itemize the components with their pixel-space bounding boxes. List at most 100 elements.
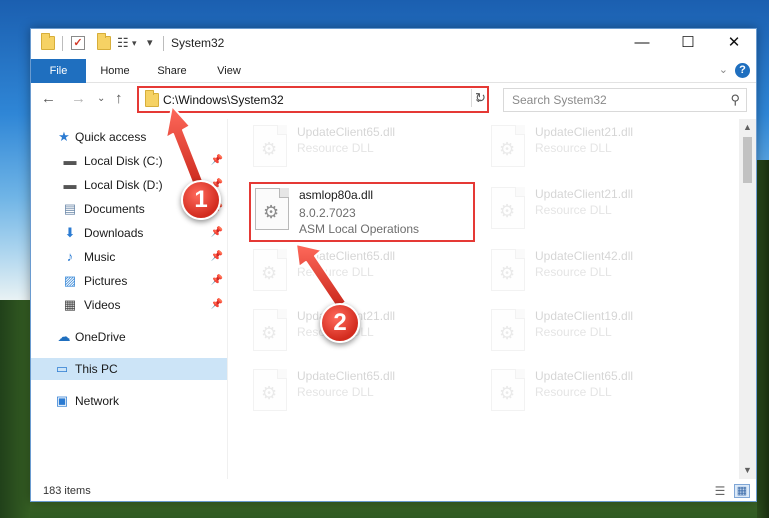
refresh-icon[interactable]: ↻ xyxy=(471,89,489,107)
tab-file[interactable]: File xyxy=(31,59,86,83)
download-icon: ⬇ xyxy=(64,225,76,240)
gear-icon: ⚙ xyxy=(499,139,516,159)
file-tile-asmlop80a[interactable]: ⚙ asmlop80a.dll 8.0.2.7023 ASM Local Ope… xyxy=(249,182,475,242)
sidebar-item-downloads[interactable]: ⬇ Downloads 📌 xyxy=(31,222,227,244)
file-list: ⚙ UpdateClient65.dll Resource DLL ⚙ asml… xyxy=(231,119,741,479)
dll-file-icon: ⚙ xyxy=(255,188,289,230)
sidebar-item-this-pc[interactable]: ▭ This PC xyxy=(31,358,227,380)
file-tile[interactable]: ⚙ UpdateClient21.dll Resource DLL xyxy=(249,305,475,361)
search-input[interactable]: Search System32 ⚲ xyxy=(503,88,747,112)
customize-toolbar-icon[interactable]: ▾ xyxy=(147,36,161,50)
navigation-bar: ← → ⌄ ↑ C:\Windows\System32 ⌄ ↻ Search S… xyxy=(31,84,756,116)
search-placeholder: Search System32 xyxy=(512,93,607,107)
file-tile[interactable]: ⚙ UpdateClient65.dll Resource DLL xyxy=(487,365,713,421)
tab-view[interactable]: View xyxy=(207,59,251,83)
folder-icon xyxy=(41,33,55,50)
file-tile[interactable]: ⚙ UpdateClient65.dll Resource DLL xyxy=(249,245,475,301)
sidebar-item-quick-access[interactable]: ★ Quick access xyxy=(31,126,227,148)
chevron-down-icon[interactable]: ▾ xyxy=(132,36,146,50)
dll-file-icon: ⚙ xyxy=(491,187,525,229)
vertical-scrollbar[interactable]: ▲ ▼ xyxy=(739,119,756,479)
gear-icon: ⚙ xyxy=(261,139,278,159)
cloud-icon: ☁ xyxy=(57,329,71,344)
file-name: asmlop80a.dll xyxy=(299,188,374,202)
gear-icon: ⚙ xyxy=(261,323,278,343)
dll-file-icon: ⚙ xyxy=(253,249,287,291)
pin-icon[interactable]: 📌 xyxy=(211,270,223,292)
maximize-button[interactable]: ☐ xyxy=(665,29,711,59)
file-tile[interactable]: ⚙ UpdateClient65.dll Resource DLL xyxy=(249,121,475,177)
details-view-icon[interactable]: ☰ xyxy=(712,484,728,498)
file-tile[interactable]: ⚙ UpdateClient21.dll Resource DLL xyxy=(487,121,713,177)
close-button[interactable]: ✕ xyxy=(711,29,756,59)
file-version: 8.0.2.7023 xyxy=(299,206,356,220)
back-arrow-icon[interactable]: ← xyxy=(41,90,56,108)
sidebar-item-music[interactable]: ♪ Music 📌 xyxy=(31,246,227,268)
sidebar-item-network[interactable]: ▣ Network xyxy=(31,390,227,412)
recent-locations-icon[interactable]: ⌄ xyxy=(97,90,105,108)
properties-icon[interactable]: ✓ xyxy=(71,36,85,50)
up-arrow-icon[interactable]: ↑ xyxy=(115,90,123,108)
pane-divider xyxy=(227,119,228,479)
pictures-icon: ▨ xyxy=(63,273,77,288)
documents-icon: ▤ xyxy=(63,201,77,216)
navigation-pane: ★ Quick access ▬ Local Disk (C:) 📌 ▬ Loc… xyxy=(31,119,227,479)
tab-share[interactable]: Share xyxy=(149,59,195,83)
dll-file-icon: ⚙ xyxy=(491,309,525,351)
sidebar-item-local-disk-c[interactable]: ▬ Local Disk (C:) 📌 xyxy=(31,150,227,172)
divider xyxy=(62,36,63,51)
drive-icon: ▬ xyxy=(63,153,77,168)
gear-icon: ⚙ xyxy=(499,383,516,403)
search-icon[interactable]: ⚲ xyxy=(730,92,740,108)
network-icon: ▣ xyxy=(55,393,69,408)
gear-icon: ⚙ xyxy=(499,263,516,283)
pin-icon[interactable]: 📌 xyxy=(211,246,223,268)
ribbon-tabs: File Home Share View ⌄ ? xyxy=(31,59,756,83)
tab-home[interactable]: Home xyxy=(93,59,137,83)
dll-file-icon: ⚙ xyxy=(491,369,525,411)
dll-file-icon: ⚙ xyxy=(253,369,287,411)
expand-ribbon-icon[interactable]: ⌄ xyxy=(719,63,728,76)
new-folder-icon[interactable] xyxy=(97,33,111,50)
sidebar-item-onedrive[interactable]: ☁ OneDrive xyxy=(31,326,227,348)
star-icon: ★ xyxy=(58,129,70,144)
address-path[interactable]: C:\Windows\System32 xyxy=(163,93,284,107)
file-tile[interactable]: ⚙ UpdateClient42.dll Resource DLL xyxy=(487,245,713,301)
step-1-badge: 1 xyxy=(181,180,221,220)
desktop-palm-left xyxy=(0,300,30,518)
forward-arrow-icon[interactable]: → xyxy=(71,90,86,108)
sidebar-item-videos[interactable]: ▦ Videos 📌 xyxy=(31,294,227,316)
dll-file-icon: ⚙ xyxy=(253,125,287,167)
address-bar[interactable]: C:\Windows\System32 ⌄ xyxy=(137,86,489,113)
quick-access-toolbar-icon[interactable]: ☷ xyxy=(117,36,131,50)
file-tile[interactable]: ⚙ UpdateClient19.dll Resource DLL xyxy=(487,305,713,361)
videos-icon: ▦ xyxy=(63,297,77,312)
gear-icon: ⚙ xyxy=(261,383,278,403)
folder-icon xyxy=(145,90,159,107)
divider xyxy=(163,36,164,51)
explorer-window: ✓ ☷ ▾ ▾ System32 — ☐ ✕ File Home Share V… xyxy=(30,28,757,502)
dll-file-icon: ⚙ xyxy=(491,249,525,291)
pin-icon[interactable]: 📌 xyxy=(211,294,223,316)
help-icon[interactable]: ? xyxy=(735,63,750,78)
tiles-view-icon[interactable]: ▦ xyxy=(734,484,750,498)
scroll-up-icon[interactable]: ▲ xyxy=(739,119,756,136)
gear-icon: ⚙ xyxy=(263,202,280,222)
music-icon: ♪ xyxy=(66,249,74,264)
scroll-thumb[interactable] xyxy=(743,137,752,183)
gear-icon: ⚙ xyxy=(499,201,516,221)
item-count: 183 items xyxy=(43,485,91,497)
pin-icon[interactable]: 📌 xyxy=(211,150,223,172)
file-description: ASM Local Operations xyxy=(299,222,420,236)
minimize-button[interactable]: — xyxy=(619,29,665,59)
file-tile[interactable]: ⚙ UpdateClient65.dll Resource DLL xyxy=(249,365,475,421)
sidebar-item-pictures[interactable]: ▨ Pictures 📌 xyxy=(31,270,227,292)
pin-icon[interactable]: 📌 xyxy=(211,222,223,244)
drive-icon: ▬ xyxy=(63,177,77,192)
file-tile[interactable]: ⚙ UpdateClient21.dll Resource DLL xyxy=(487,183,713,239)
computer-icon: ▭ xyxy=(55,361,69,376)
status-bar: 183 items ☰ ▦ xyxy=(31,479,756,501)
gear-icon: ⚙ xyxy=(499,323,516,343)
scroll-down-icon[interactable]: ▼ xyxy=(739,462,756,479)
title-bar: ✓ ☷ ▾ ▾ System32 — ☐ ✕ xyxy=(31,29,756,59)
